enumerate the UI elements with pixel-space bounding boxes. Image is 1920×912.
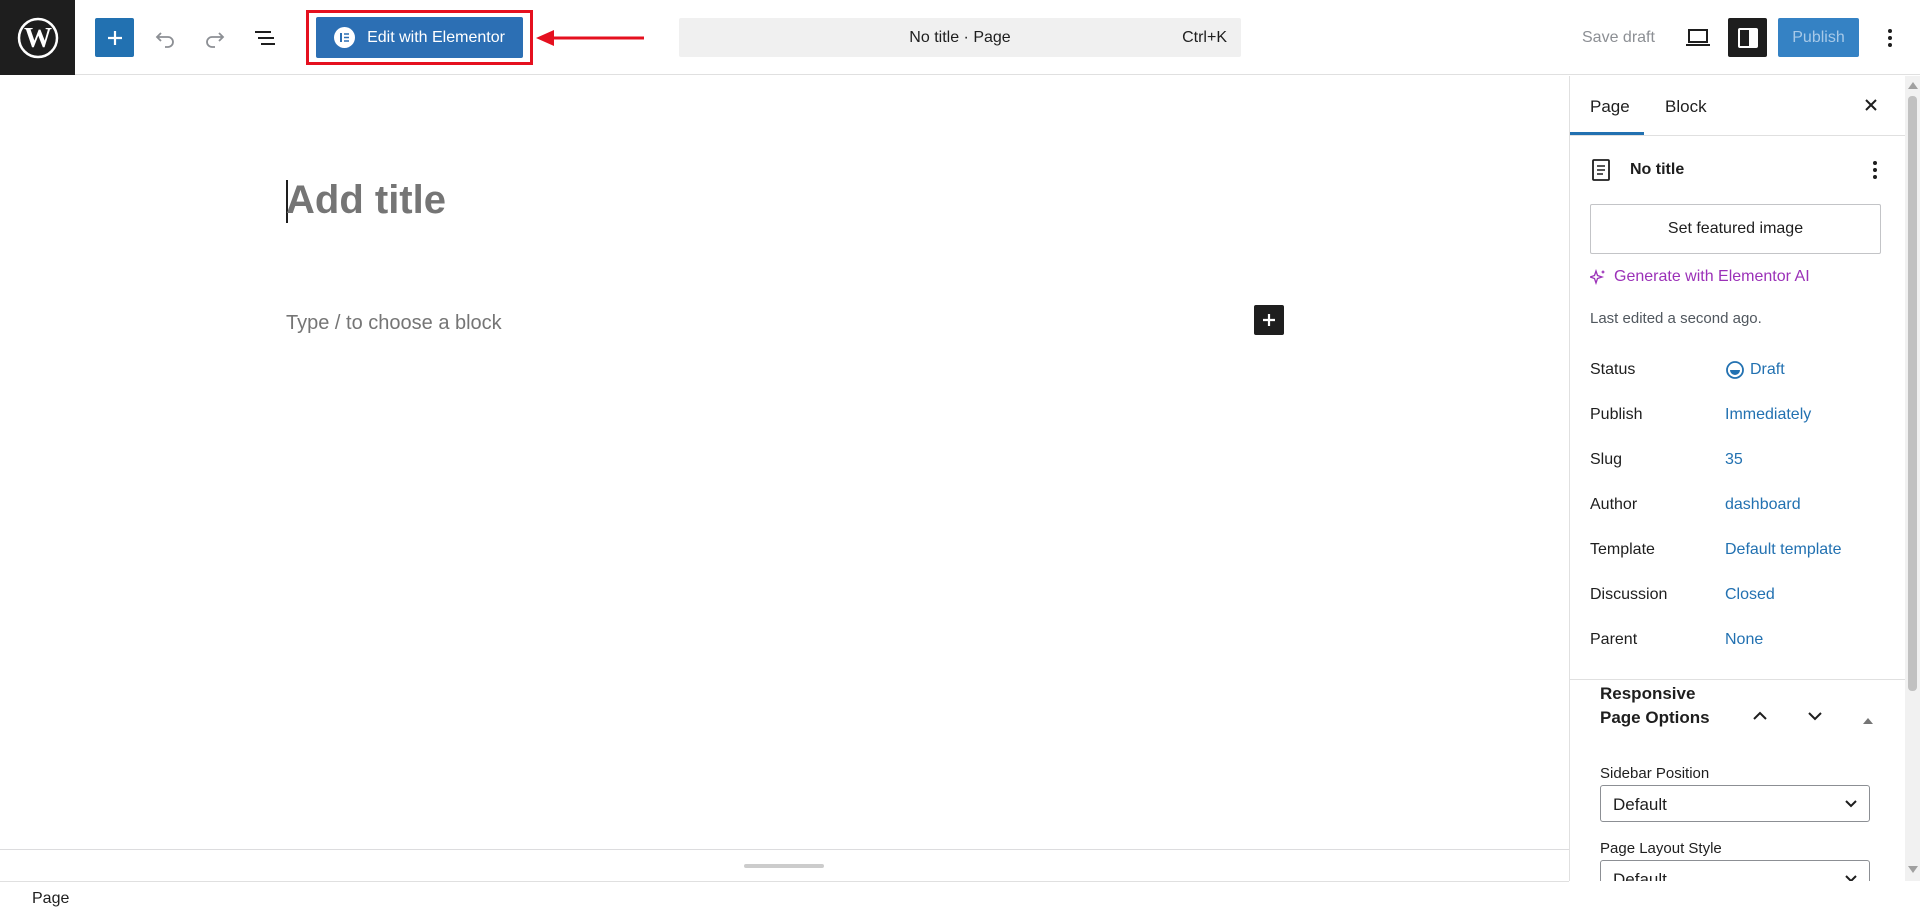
move-panel-down-button[interactable] xyxy=(1805,706,1825,731)
more-vertical-icon xyxy=(1887,28,1892,47)
discussion-row: Discussion Closed xyxy=(1590,583,1890,607)
slug-row: Slug 35 xyxy=(1590,448,1890,472)
editor-header: W Edit with Elementor No title · Page Ct… xyxy=(0,0,1920,75)
desktop-icon xyxy=(1685,28,1710,46)
chevron-up-icon xyxy=(1753,711,1767,720)
page-layout-style-value: Default xyxy=(1613,870,1667,881)
document-summary: No title xyxy=(1590,158,1890,182)
discussion-label: Discussion xyxy=(1590,586,1668,603)
author-value-button[interactable]: dashboard xyxy=(1725,496,1801,514)
template-label: Template xyxy=(1590,541,1655,558)
parent-label: Parent xyxy=(1590,631,1638,648)
edit-with-elementor-label: Edit with Elementor xyxy=(367,28,505,46)
svg-text:W: W xyxy=(24,23,52,54)
toggle-panel-button[interactable] xyxy=(1862,712,1874,730)
tabs-divider xyxy=(1570,135,1905,136)
template-row: Template Default template xyxy=(1590,538,1890,562)
block-inserter-button[interactable] xyxy=(95,18,134,57)
footer-divider xyxy=(0,881,1569,882)
status-label: Status xyxy=(1590,361,1636,378)
sidebar-position-label: Sidebar Position xyxy=(1600,765,1710,782)
plus-icon xyxy=(1263,314,1275,326)
publish-date-button[interactable]: Immediately xyxy=(1725,406,1811,424)
document-actions-button[interactable] xyxy=(1872,159,1878,186)
block-breadcrumb[interactable]: Page xyxy=(32,890,69,908)
inline-block-inserter-button[interactable] xyxy=(1254,305,1284,335)
slug-label: Slug xyxy=(1590,451,1623,468)
document-title: No title · Page xyxy=(909,29,1011,46)
page-layout-style-label: Page Layout Style xyxy=(1600,840,1722,857)
settings-sidebar-toggle[interactable] xyxy=(1728,18,1767,57)
command-palette-bar[interactable]: No title · Page Ctrl+K xyxy=(679,18,1241,57)
wordpress-logo-button[interactable]: W xyxy=(0,0,75,75)
options-menu-button[interactable] xyxy=(1870,18,1909,57)
panel-divider xyxy=(1570,679,1905,680)
undo-button[interactable] xyxy=(145,18,184,57)
undo-icon xyxy=(155,31,174,48)
sidebar-icon xyxy=(1737,27,1758,48)
settings-sidebar: Page Block No title Set featured image G… xyxy=(1569,76,1905,881)
tab-block[interactable]: Block xyxy=(1665,97,1707,117)
red-arrow-annotation xyxy=(536,30,644,46)
page-icon xyxy=(1592,159,1610,181)
publish-button[interactable]: Publish xyxy=(1778,18,1859,57)
page-layout-style-select[interactable]: Default xyxy=(1600,860,1870,881)
draft-status-icon xyxy=(1726,361,1744,379)
publish-label: Publish xyxy=(1590,406,1643,423)
meta-boxes-resize-handle[interactable] xyxy=(744,864,824,868)
save-draft-button[interactable]: Save draft xyxy=(1582,29,1655,47)
scroll-thumb[interactable] xyxy=(1908,96,1917,691)
chevron-down-icon xyxy=(1845,800,1857,808)
last-edited-text: Last edited a second ago. xyxy=(1590,310,1762,327)
chevron-down-icon xyxy=(1808,712,1822,721)
author-label: Author xyxy=(1590,496,1638,513)
move-panel-up-button[interactable] xyxy=(1750,706,1770,731)
document-overview-button[interactable] xyxy=(245,18,284,57)
edit-with-elementor-button[interactable]: Edit with Elementor xyxy=(316,17,523,58)
discussion-value-button[interactable]: Closed xyxy=(1725,586,1775,604)
parent-row: Parent None xyxy=(1590,628,1890,652)
close-sidebar-button[interactable] xyxy=(1861,95,1881,115)
redo-icon xyxy=(205,31,224,48)
preview-button[interactable] xyxy=(1678,18,1717,57)
set-featured-image-button[interactable]: Set featured image xyxy=(1590,204,1881,254)
tab-page[interactable]: Page xyxy=(1590,97,1630,117)
scroll-down-arrow[interactable] xyxy=(1908,866,1918,873)
generate-with-elementor-ai-link[interactable]: Generate with Elementor AI xyxy=(1590,268,1810,286)
default-block-appender[interactable]: Type / to choose a block xyxy=(286,312,502,335)
caret-up-icon xyxy=(1863,718,1873,724)
sparkle-icon xyxy=(1590,269,1605,285)
template-value-button[interactable]: Default template xyxy=(1725,541,1842,559)
redo-button[interactable] xyxy=(195,18,234,57)
command-shortcut: Ctrl+K xyxy=(1182,29,1227,46)
elementor-icon xyxy=(334,27,356,48)
sidebar-position-value: Default xyxy=(1613,795,1667,814)
status-value-button[interactable]: Draft xyxy=(1750,361,1785,379)
sidebar-position-select[interactable]: Default xyxy=(1600,785,1870,822)
document-title-label: No title xyxy=(1630,161,1685,178)
sidebar-scrollbar[interactable] xyxy=(1905,76,1920,881)
publish-row: Publish Immediately xyxy=(1590,403,1890,427)
close-icon xyxy=(1865,99,1877,111)
wordpress-icon: W xyxy=(17,17,58,58)
plus-icon xyxy=(107,30,122,45)
more-vertical-icon xyxy=(1873,161,1877,179)
meta-boxes-divider xyxy=(0,849,1569,850)
chevron-down-icon xyxy=(1845,875,1857,881)
slug-value-button[interactable]: 35 xyxy=(1725,451,1743,469)
list-view-icon xyxy=(254,30,275,45)
responsive-page-options-title: Responsive Page Options xyxy=(1600,684,1710,727)
scroll-up-arrow[interactable] xyxy=(1908,82,1918,89)
editor-canvas xyxy=(0,76,1569,849)
status-row: Status Draft xyxy=(1590,358,1890,382)
author-row: Author dashboard xyxy=(1590,493,1890,517)
post-title-input[interactable]: Add title xyxy=(286,178,446,223)
parent-value-button[interactable]: None xyxy=(1725,631,1763,649)
ai-link-label: Generate with Elementor AI xyxy=(1614,268,1810,285)
